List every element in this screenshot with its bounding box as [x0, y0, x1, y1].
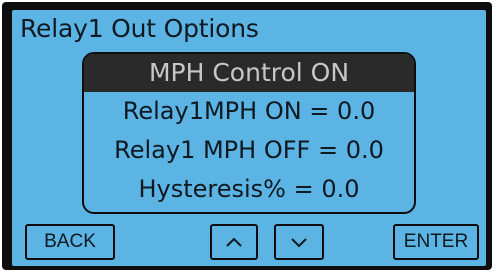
chevron-up-icon: [226, 237, 242, 247]
options-panel: MPH Control ON Relay1MPH ON = 0.0 Relay1…: [82, 52, 416, 214]
up-button[interactable]: [210, 224, 258, 260]
page-title: Relay1 Out Options: [20, 14, 259, 43]
hysteresis-setting[interactable]: Hysteresis% = 0.0: [84, 170, 414, 209]
device-bezel: Relay1 Out Options MPH Control ON Relay1…: [2, 2, 492, 270]
back-button[interactable]: BACK: [25, 224, 115, 260]
chevron-down-icon: [291, 238, 307, 248]
lcd-screen: Relay1 Out Options MPH Control ON Relay1…: [12, 10, 486, 266]
down-button[interactable]: [274, 224, 324, 260]
enter-button[interactable]: ENTER: [393, 224, 479, 260]
relay1-mph-on-setting[interactable]: Relay1MPH ON = 0.0: [84, 92, 414, 131]
relay1-mph-off-setting[interactable]: Relay1 MPH OFF = 0.0: [84, 131, 414, 170]
mph-control-toggle[interactable]: MPH Control ON: [84, 54, 414, 92]
